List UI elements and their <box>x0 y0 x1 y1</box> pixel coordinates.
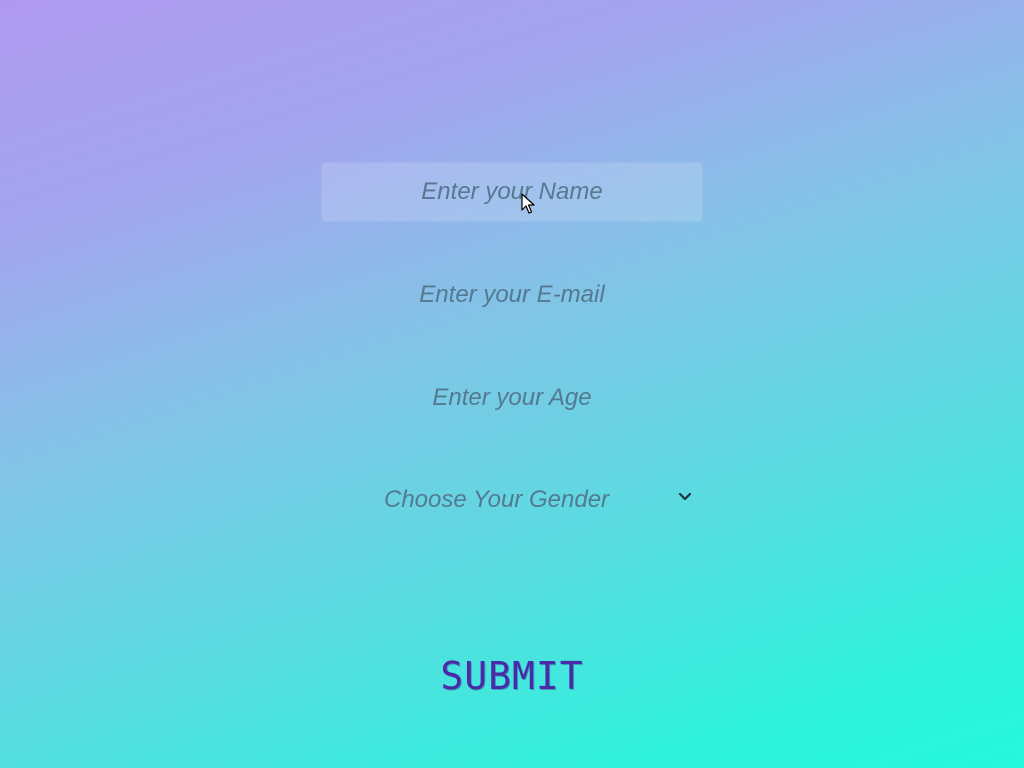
signup-form: Choose Your Gender SUBMIT <box>0 0 1024 768</box>
email-input[interactable] <box>322 266 702 324</box>
gender-select-value: Choose Your Gender <box>384 486 610 513</box>
gender-select[interactable]: Choose Your Gender <box>374 474 702 526</box>
age-input[interactable] <box>322 369 702 427</box>
submit-button[interactable]: SUBMIT <box>412 648 612 704</box>
name-input[interactable] <box>322 163 702 221</box>
chevron-down-icon <box>676 488 694 506</box>
